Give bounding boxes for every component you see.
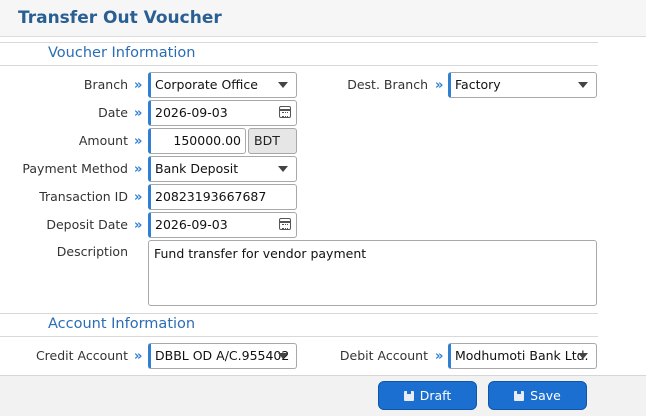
- section-divider: [0, 313, 598, 314]
- chevron-right-icon: »: [134, 349, 143, 364]
- chevron-down-icon: [578, 82, 588, 88]
- credit-account-select[interactable]: DBBL OD A/C.955402: [148, 343, 297, 369]
- floppy-disk-icon: [403, 391, 414, 401]
- branch-select[interactable]: Corporate Office: [148, 72, 297, 98]
- transaction-id-input[interactable]: 20823193667687: [148, 184, 297, 210]
- debit-account-select[interactable]: Modhumoti Bank Ltd.: [448, 343, 597, 369]
- calendar-icon[interactable]: [279, 106, 291, 118]
- chevron-right-icon: »: [134, 134, 143, 149]
- transaction-id-value: 20823193667687: [155, 189, 267, 204]
- section-divider: [0, 42, 598, 43]
- section-divider: [0, 65, 598, 66]
- voucher-section-title: Voucher Information: [48, 45, 196, 61]
- credit-account-value: DBBL OD A/C.955402: [155, 348, 290, 363]
- chevron-right-icon: »: [134, 190, 143, 205]
- chevron-down-icon: [278, 82, 288, 88]
- chevron-down-icon: [278, 166, 288, 172]
- chevron-right-icon: »: [134, 162, 143, 177]
- branch-label: Branch: [83, 77, 128, 92]
- branch-value: Corporate Office: [155, 77, 258, 92]
- date-value: 2026-09-03: [155, 105, 228, 120]
- deposit-date-label: Deposit Date: [46, 217, 128, 232]
- payment-method-select[interactable]: Bank Deposit: [148, 156, 297, 182]
- section-divider: [0, 336, 598, 337]
- page-header: Transfer Out Voucher: [0, 0, 646, 37]
- chevron-right-icon: »: [435, 78, 444, 93]
- deposit-date-value: 2026-09-03: [155, 217, 228, 232]
- dest-branch-label: Dest. Branch: [347, 77, 428, 92]
- draft-button[interactable]: Draft: [378, 381, 477, 410]
- date-input[interactable]: 2026-09-03: [148, 100, 297, 126]
- dest-branch-value: Factory: [455, 77, 501, 92]
- payment-method-value: Bank Deposit: [155, 161, 239, 176]
- amount-input[interactable]: 150000.00: [148, 128, 246, 154]
- save-button[interactable]: Save: [488, 381, 587, 410]
- description-value: Fund transfer for vendor payment: [154, 246, 367, 261]
- floppy-disk-icon: [514, 391, 525, 401]
- calendar-icon[interactable]: [279, 218, 291, 230]
- draft-button-label: Draft: [419, 388, 452, 403]
- page-title: Transfer Out Voucher: [18, 8, 222, 28]
- save-button-label: Save: [530, 388, 561, 403]
- debit-account-value: Modhumoti Bank Ltd.: [455, 348, 589, 363]
- amount-value: 150000.00: [173, 133, 241, 148]
- amount-label: Amount: [78, 133, 128, 148]
- currency-badge: BDT: [248, 128, 297, 154]
- chevron-right-icon: »: [435, 349, 444, 364]
- chevron-right-icon: »: [134, 106, 143, 121]
- chevron-down-icon: [278, 353, 288, 359]
- transaction-id-label: Transaction ID: [39, 189, 128, 204]
- deposit-date-input[interactable]: 2026-09-03: [148, 212, 297, 238]
- chevron-right-icon: »: [134, 78, 143, 93]
- date-label: Date: [98, 105, 128, 120]
- debit-account-label: Debit Account: [339, 348, 428, 363]
- account-section-title: Account Information: [48, 316, 196, 332]
- description-label: Description: [56, 244, 128, 259]
- description-textarea[interactable]: Fund transfer for vendor payment: [148, 240, 597, 306]
- payment-method-label: Payment Method: [22, 161, 128, 176]
- chevron-right-icon: »: [134, 218, 143, 233]
- credit-account-label: Credit Account: [35, 348, 128, 363]
- chevron-down-icon: [578, 353, 588, 359]
- dest-branch-select[interactable]: Factory: [448, 72, 597, 98]
